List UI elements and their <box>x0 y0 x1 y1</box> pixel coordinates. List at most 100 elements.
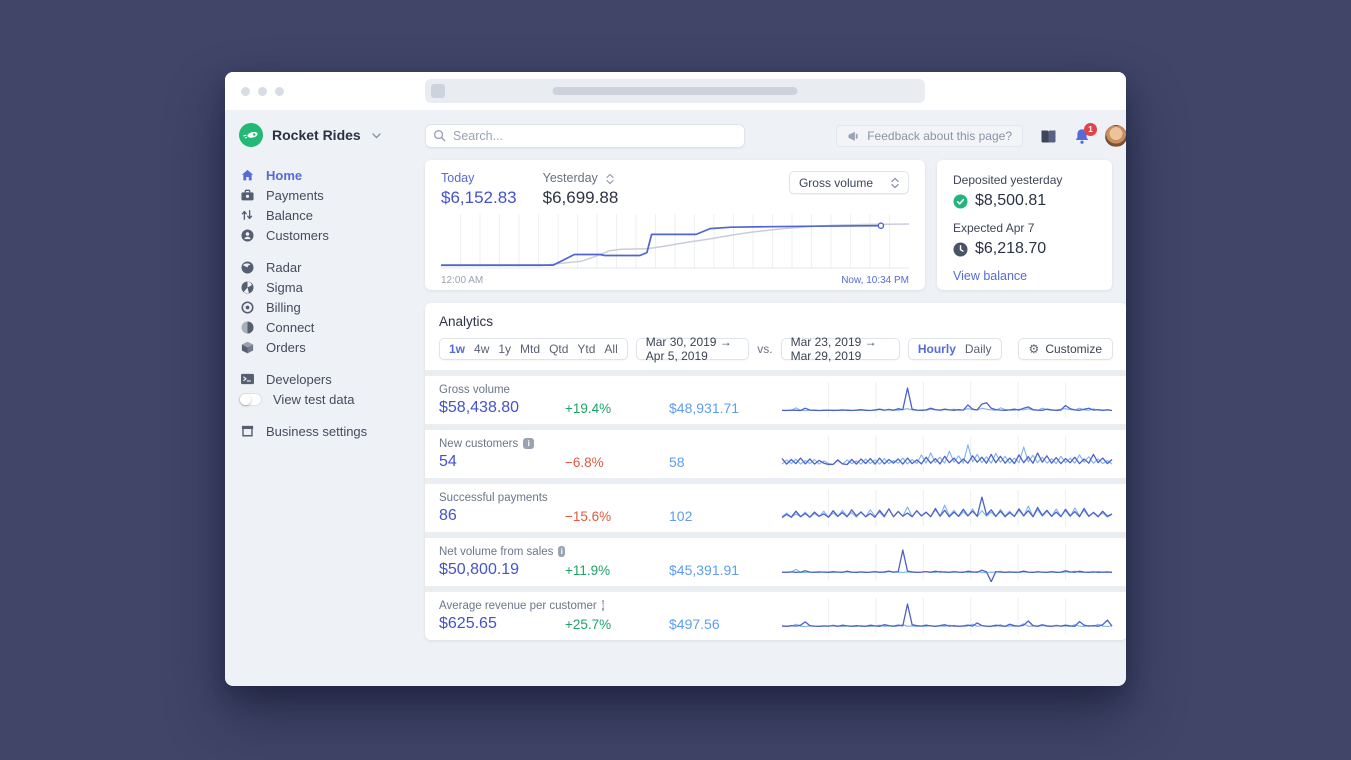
account-switcher[interactable]: Rocket Rides <box>239 123 425 147</box>
metric-value: 54 <box>439 452 457 470</box>
sidebar-nav: Home Payments Balance Customers Radar Sigma Bi… <box>239 165 425 441</box>
metric-value: $58,438.80 <box>439 398 520 416</box>
feedback-button[interactable]: Feedback about this page? <box>836 125 1023 147</box>
period-tab-mtd[interactable]: Mtd <box>520 342 540 356</box>
info-icon[interactable]: i <box>523 438 535 449</box>
sidebar-item-payments[interactable]: Payments <box>239 185 425 205</box>
info-icon[interactable]: i <box>558 546 565 557</box>
address-bar <box>425 79 925 103</box>
main-content: Feedback about this page? 1 <box>425 110 1126 686</box>
sidebar-item-view-test-data[interactable]: View test data <box>239 389 425 409</box>
sidebar: Rocket Rides Home Payments Balance Customer… <box>225 110 425 686</box>
sidebar-item-connect[interactable]: Connect <box>239 317 425 337</box>
sidebar-item-home[interactable]: Home <box>239 165 425 185</box>
metric-sparkline <box>781 598 1113 634</box>
metric-label: Average revenue per customer i <box>439 599 604 612</box>
x-axis-now-label: Now, 10:34 PM <box>841 275 909 286</box>
view-test-data-toggle[interactable] <box>239 392 262 406</box>
metric-row-net-volume-from-sales[interactable]: Net volume from sales i $50,800.19 +11.9% $4… <box>425 538 1126 586</box>
sidebar-item-balance[interactable]: Balance <box>239 205 425 225</box>
sidebar-item-developers[interactable]: Developers <box>239 369 425 389</box>
metric-row-gross-volume[interactable]: Gross volume $58,438.80 +19.4% $48,931.71 <box>425 376 1126 424</box>
chevron-down-icon <box>372 133 381 139</box>
favicon-placeholder <box>431 84 445 98</box>
sidebar-item-billing[interactable]: Billing <box>239 297 425 317</box>
customize-label: Customize <box>1045 342 1102 356</box>
window-minimize-icon <box>258 86 267 96</box>
metric-value: $625.65 <box>439 614 497 632</box>
orders-icon <box>239 340 255 355</box>
topbar: Feedback about this page? 1 <box>425 122 1126 148</box>
period-tab-1y[interactable]: 1y <box>498 342 511 356</box>
metric-delta: +11.9% <box>565 562 611 578</box>
brand-name: Rocket Rides <box>272 127 361 143</box>
rocket-rides-logo-icon <box>239 123 263 147</box>
billing-icon <box>239 300 255 315</box>
period-selector: 1w 4w 1y Mtd Qtd Ytd All <box>439 338 628 360</box>
docs-button[interactable] <box>1040 129 1057 144</box>
metric-delta: +25.7% <box>565 616 612 632</box>
sidebar-item-label: Balance <box>266 207 313 223</box>
yesterday-value: $6,699.88 <box>542 188 619 207</box>
metric-value: 86 <box>439 506 457 524</box>
metric-delta: +19.4% <box>565 400 612 416</box>
view-balance-link[interactable]: View balance <box>953 269 1096 283</box>
metric-previous-value: $48,931.71 <box>669 399 740 416</box>
sidebar-item-customers[interactable]: Customers <box>239 225 425 245</box>
metric-select-value: Gross volume <box>798 175 873 190</box>
browser-window: Rocket Rides Home Payments Balance Customer… <box>225 72 1126 686</box>
balance-icon <box>239 208 255 222</box>
sidebar-item-business-settings[interactable]: Business settings <box>239 421 425 441</box>
metric-sparkline <box>781 382 1113 418</box>
notifications-button[interactable]: 1 <box>1074 122 1097 145</box>
metric-row-successful-payments[interactable]: Successful payments 86 −15.6% 102 <box>425 484 1126 532</box>
date-range-compare[interactable]: Mar 23, 2019 → Mar 29, 2019 <box>780 335 900 363</box>
date-range-primary[interactable]: Mar 30, 2019 → Apr 5, 2019 <box>635 335 750 363</box>
sidebar-item-label: View test data <box>273 391 355 407</box>
period-tab-1w[interactable]: 1w <box>449 342 465 356</box>
metric-label: Successful payments <box>439 491 548 504</box>
customers-icon <box>239 228 255 243</box>
search-input[interactable] <box>425 124 745 148</box>
metric-select[interactable]: Gross volume <box>788 171 909 194</box>
book-icon <box>1041 130 1056 142</box>
balance-card: Deposited yesterday $8,500.81 Expected A… <box>937 160 1112 290</box>
window-controls <box>225 86 284 96</box>
settings-icon <box>239 424 255 438</box>
sidebar-item-label: Orders <box>266 339 306 355</box>
analytics-title: Analytics <box>439 314 494 329</box>
sidebar-item-radar[interactable]: Radar <box>239 257 425 277</box>
connect-icon <box>239 320 255 335</box>
feedback-label: Feedback about this page? <box>867 129 1012 143</box>
metric-row-average-revenue-per-customer[interactable]: Average revenue per customer i $625.65 +25.… <box>425 592 1126 640</box>
granularity-tab-daily[interactable]: Daily <box>965 342 992 356</box>
period-tab-all[interactable]: All <box>604 342 617 356</box>
metric-value: $50,800.19 <box>439 560 520 578</box>
radar-icon <box>239 260 255 275</box>
sidebar-item-sigma[interactable]: Sigma <box>239 277 425 297</box>
megaphone-icon <box>848 131 858 141</box>
expected-value: $6,218.70 <box>975 240 1047 257</box>
period-tab-4w[interactable]: 4w <box>474 342 489 356</box>
today-label: Today <box>441 171 475 185</box>
home-icon <box>239 168 255 183</box>
avatar[interactable] <box>1105 125 1126 147</box>
period-tab-qtd[interactable]: Qtd <box>549 342 568 356</box>
granularity-tab-hourly[interactable]: Hourly <box>918 342 956 356</box>
sidebar-item-orders[interactable]: Orders <box>239 337 425 357</box>
metric-sparkline <box>781 544 1113 582</box>
overview-chart-card: Today $6,152.83 Yesterday $6,699.88 Gros… <box>425 160 925 290</box>
metric-previous-value: $45,391.91 <box>669 561 740 578</box>
metric-row-new-customers[interactable]: New customers i 54 −6.8% 58 <box>425 430 1126 478</box>
sidebar-item-label: Connect <box>266 319 315 335</box>
page-background: Rocket Rides Home Payments Balance Customer… <box>0 0 1351 760</box>
sort-updown-icon[interactable] <box>606 173 614 185</box>
period-tab-ytd[interactable]: Ytd <box>577 342 595 356</box>
sidebar-item-label: Sigma <box>266 279 303 295</box>
analytics-card: Analytics 1w 4w 1y Mtd Qtd Ytd All Mar 30, 201… <box>425 303 1126 640</box>
overview-line-chart <box>441 214 909 269</box>
window-close-icon <box>241 86 250 96</box>
payments-icon <box>239 189 255 202</box>
vs-label: vs. <box>757 342 773 356</box>
customize-button[interactable]: ⚙ Customize <box>1017 338 1113 360</box>
